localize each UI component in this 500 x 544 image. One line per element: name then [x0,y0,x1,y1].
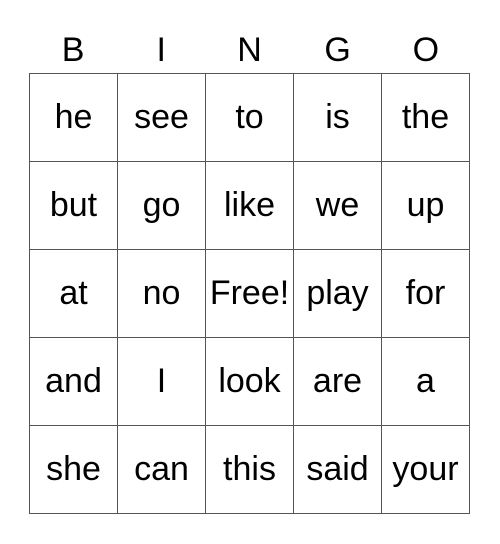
grid-cell: he [29,73,118,162]
grid-cell: and [29,337,118,426]
grid-cell: can [117,425,206,514]
grid-cell: for [381,249,470,338]
header-letter: I [156,31,166,69]
grid-cell: a [381,337,470,426]
grid-cell: is [293,73,382,162]
grid-cell: said [293,425,382,514]
free-space-cell: Free! [205,249,294,338]
header-letter: B [61,31,85,69]
grid-cell: up [381,161,470,250]
grid-row: he see to is the [29,73,470,162]
grid-cell: see [117,73,206,162]
grid-cell: this [205,425,294,514]
bingo-header: B I N G O [29,28,470,72]
grid-cell: play [293,249,382,338]
grid-cell: she [29,425,118,514]
bingo-grid: he see to is the but go like we up at no… [29,73,470,514]
grid-cell: I [117,337,206,426]
grid-cell: we [293,161,382,250]
grid-cell: to [205,73,294,162]
grid-row: and I look are a [29,337,470,426]
grid-cell: look [205,337,294,426]
header-letter: G [324,31,351,69]
grid-row: but go like we up [29,161,470,250]
grid-cell: go [117,161,206,250]
header-letter: N [237,31,262,69]
grid-cell: no [117,249,206,338]
grid-cell: the [381,73,470,162]
grid-cell: are [293,337,382,426]
grid-row: at no Free! play for [29,249,470,338]
grid-cell: at [29,249,118,338]
grid-cell: like [205,161,294,250]
grid-cell: but [29,161,118,250]
grid-cell: your [381,425,470,514]
header-letter: O [412,31,440,69]
grid-row: she can this said your [29,425,470,514]
